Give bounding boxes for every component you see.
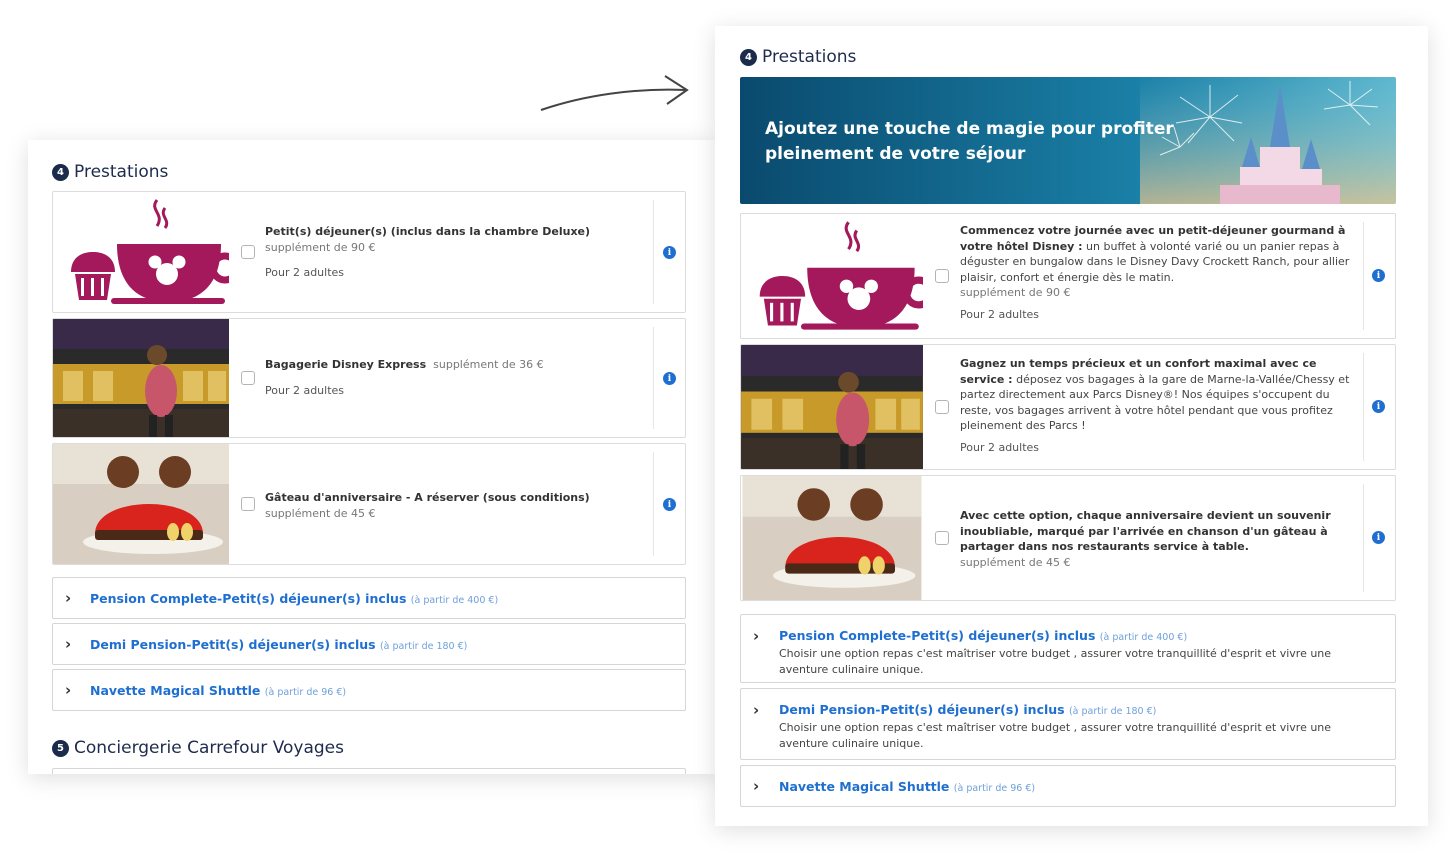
card-divider xyxy=(1363,353,1364,461)
option-persons: Pour 2 adultes xyxy=(960,307,1040,321)
promo-banner: Ajoutez une touche de magie pour profite… xyxy=(740,77,1396,204)
option-card-breakfast: Petit(s) déjeuner(s) (inclus dans la cha… xyxy=(52,191,686,313)
option-checkbox-birthday-cake[interactable] xyxy=(241,497,255,511)
chevron-right-icon: › xyxy=(65,635,72,653)
section-title-conciergerie: 5 Conciergerie Carrefour Voyages xyxy=(52,738,344,758)
step-number-badge: 4 xyxy=(740,48,757,66)
info-icon[interactable]: i xyxy=(663,498,676,511)
section-title-text: Prestations xyxy=(762,47,857,67)
accordion-pension-complete[interactable]: › Pension Complete-Petit(s) déjeuner(s) … xyxy=(740,614,1396,683)
card-divider xyxy=(1363,222,1364,330)
option-checkbox-breakfast[interactable] xyxy=(935,269,949,283)
option-title: Gâteau d'anniversaire - A réserver (sous… xyxy=(265,491,590,504)
chevron-right-icon: › xyxy=(753,701,760,719)
info-icon[interactable]: i xyxy=(1372,400,1385,413)
accordion-title: Demi Pension-Petit(s) déjeuner(s) inclus… xyxy=(90,637,468,652)
accordion-price: (à partir de 180 €) xyxy=(379,641,468,652)
option-price: supplément de 45 € xyxy=(265,506,376,520)
mickey-cake-photo xyxy=(741,476,923,600)
accordion-pension-complete[interactable]: › Pension Complete-Petit(s) déjeuner(s) … xyxy=(52,577,686,619)
accordion-title: Navette Magical Shuttle (à partir de 96 … xyxy=(779,779,1036,794)
step-number-badge: 5 xyxy=(52,739,69,757)
option-checkbox-breakfast[interactable] xyxy=(241,245,255,259)
option-checkbox-disney-express[interactable] xyxy=(935,400,949,414)
accordion-price: (à partir de 400 €) xyxy=(1099,632,1188,643)
card-divider xyxy=(1363,484,1364,592)
info-icon[interactable]: i xyxy=(663,246,676,259)
accordion-description: Choisir une option repas c'est maîtriser… xyxy=(779,721,1332,750)
accordion-price: (à partir de 96 €) xyxy=(953,783,1036,794)
info-icon[interactable]: i xyxy=(663,372,676,385)
card-divider xyxy=(653,200,654,304)
accordion-demi-pension[interactable]: › Demi Pension-Petit(s) déjeuner(s) incl… xyxy=(740,688,1396,760)
chevron-right-icon: › xyxy=(753,777,760,795)
chevron-right-icon: › xyxy=(753,627,760,645)
card-divider xyxy=(653,452,654,556)
accordion-price: (à partir de 96 €) xyxy=(264,687,347,698)
disney-express-photo xyxy=(741,345,923,469)
step-number-badge: 4 xyxy=(52,163,69,181)
option-price: supplément de 36 € xyxy=(433,358,544,371)
accordion-price: (à partir de 180 €) xyxy=(1068,706,1157,717)
option-text-breakfast: Petit(s) déjeuner(s) (inclus dans la cha… xyxy=(265,224,625,281)
info-icon[interactable]: i xyxy=(1372,269,1385,282)
option-text-birthday-cake: Gâteau d'anniversaire - A réserver (sous… xyxy=(265,490,635,521)
before-panel: 4 Prestations Petit(s) déjeuner(s) (incl… xyxy=(28,140,718,774)
option-text-disney-express: Gagnez un temps précieux et un confort m… xyxy=(960,356,1352,455)
option-persons: Pour 2 adultes xyxy=(960,440,1040,454)
option-text-birthday-cake: Avec cette option, chaque anniversaire d… xyxy=(960,508,1340,570)
option-price: supplément de 90 € xyxy=(265,240,376,254)
accordion-title: Demi Pension-Petit(s) déjeuner(s) inclus… xyxy=(779,702,1157,717)
accordion-title: Pension Complete-Petit(s) déjeuner(s) in… xyxy=(779,628,1188,643)
option-lead: Avec cette option, chaque anniversaire d… xyxy=(960,509,1331,553)
option-checkbox-birthday-cake[interactable] xyxy=(935,531,949,545)
transition-arrow-icon xyxy=(540,75,689,111)
chevron-right-icon: › xyxy=(65,681,72,699)
option-card-birthday-cake: Avec cette option, chaque anniversaire d… xyxy=(740,475,1396,601)
section-title-text: Conciergerie Carrefour Voyages xyxy=(74,738,344,758)
option-price: supplément de 90 € xyxy=(960,286,1071,299)
option-persons: Pour 2 adultes xyxy=(265,266,345,279)
option-card-disney-express: Bagagerie Disney Express supplément de 3… xyxy=(52,318,686,438)
chevron-right-icon: › xyxy=(65,589,72,607)
option-card-breakfast: Commencez votre journée avec un petit-dé… xyxy=(740,213,1396,339)
breakfast-icon xyxy=(53,192,229,312)
accordion-title: Pension Complete-Petit(s) déjeuner(s) in… xyxy=(90,591,499,606)
breakfast-icon xyxy=(741,214,923,338)
accordion-navette[interactable]: › Navette Magical Shuttle (à partir de 9… xyxy=(52,669,686,711)
accordion-title: Navette Magical Shuttle (à partir de 96 … xyxy=(90,683,347,698)
option-checkbox-disney-express[interactable] xyxy=(241,371,255,385)
option-title: Petit(s) déjeuner(s) (inclus dans la cha… xyxy=(265,225,591,238)
section-title-text: Prestations xyxy=(74,162,169,182)
card-divider xyxy=(653,327,654,429)
accordion-description: Choisir une option repas c'est maîtriser… xyxy=(779,647,1332,676)
option-card-disney-express: Gagnez un temps précieux et un confort m… xyxy=(740,344,1396,470)
option-card-birthday-cake: Gâteau d'anniversaire - A réserver (sous… xyxy=(52,443,686,565)
accordion-navette[interactable]: › Navette Magical Shuttle (à partir de 9… xyxy=(740,765,1396,807)
option-title: Bagagerie Disney Express xyxy=(265,358,427,371)
mickey-cake-photo xyxy=(53,444,229,564)
disney-express-photo xyxy=(53,319,229,437)
option-price: supplément de 45 € xyxy=(960,555,1071,569)
info-icon[interactable]: i xyxy=(1372,531,1385,544)
option-body: déposez vos bagages à la gare de Marne-l… xyxy=(960,372,1350,433)
accordion-demi-pension[interactable]: › Demi Pension-Petit(s) déjeuner(s) incl… xyxy=(52,623,686,665)
banner-title: Ajoutez une touche de magie pour profite… xyxy=(765,119,1174,164)
accordion-price: (à partir de 400 €) xyxy=(410,595,499,606)
option-text-breakfast: Commencez votre journée avec un petit-dé… xyxy=(960,223,1350,322)
conciergerie-card xyxy=(52,768,686,774)
option-persons: Pour 2 adultes xyxy=(265,383,345,397)
section-title-prestations: 4 Prestations xyxy=(740,47,856,67)
after-panel: 4 Prestations Ajoutez une touche de magi… xyxy=(715,26,1428,826)
option-text-disney-express: Bagagerie Disney Express supplément de 3… xyxy=(265,357,635,398)
section-title-prestations: 4 Prestations xyxy=(52,162,168,182)
